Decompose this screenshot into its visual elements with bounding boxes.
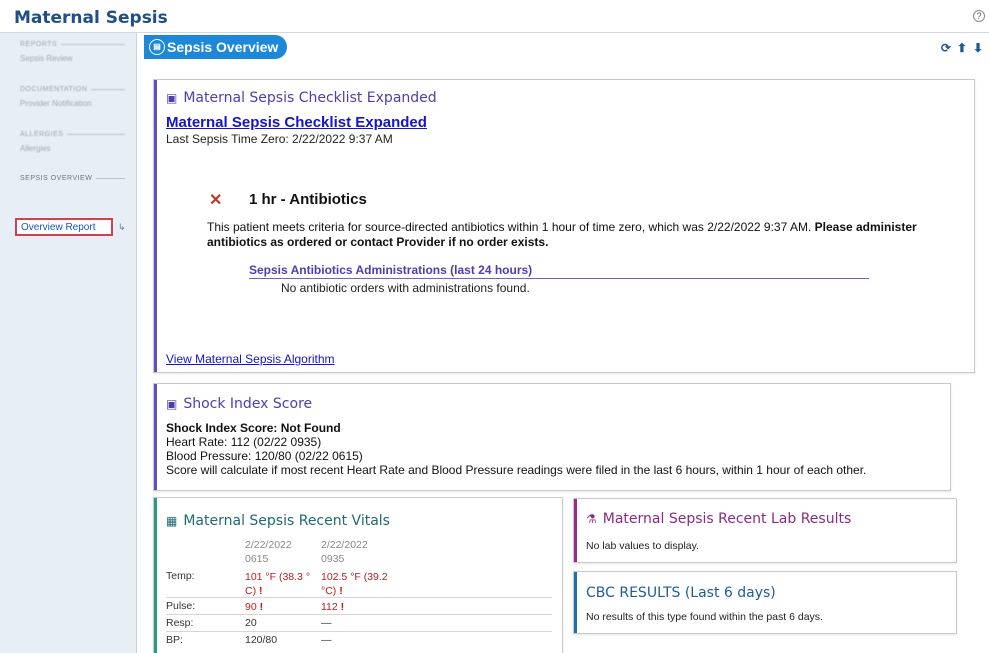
vital-value: — <box>321 617 332 629</box>
sidebar-section-header: SEPSIS OVERVIEW <box>20 175 125 182</box>
sidebar-section-documentation: DOCUMENTATION Provider Notification <box>20 86 125 108</box>
arrow-down-icon[interactable]: ⬇ <box>973 41 983 55</box>
value-line: 102.5 °F (39.2 <box>321 571 388 583</box>
vital-value: 102.5 °F (39.2 °C) ! <box>321 570 388 598</box>
col-time: 0615 <box>245 553 269 565</box>
shock-index-score: Shock Index Score: Not Found <box>166 421 341 435</box>
card-title: CBC RESULTS (Last 6 days) <box>586 585 776 601</box>
table-row: Temp: 101 °F (38.3 ° C) ! 102.5 °F (39.2 °… <box>166 568 552 598</box>
vitals-table: 2/22/2022 0615 2/22/2022 0935 Temp: 101 °F… <box>166 538 552 649</box>
sidebar-section-reports: REPORTS Sepsis Review <box>20 41 125 63</box>
tab-sepsis-overview[interactable]: ▤ Sepsis Overview <box>144 35 287 59</box>
help-icon[interactable]: ? <box>973 10 985 22</box>
card-title: ⚗ Maternal Sepsis Recent Lab Results <box>586 511 851 527</box>
checklist-link[interactable]: Maternal Sepsis Checklist Expanded <box>166 114 427 131</box>
table-row: BP: 120/80 — <box>166 632 552 649</box>
card-accent <box>154 384 157 490</box>
col-date: 2/22/2022 <box>321 539 368 551</box>
toolbar: ⟳ ⬆ ⬇ <box>941 41 983 55</box>
failed-x-icon: ✕ <box>209 192 223 209</box>
administrations-header: Sepsis Antibiotics Administrations (last… <box>249 263 869 279</box>
refresh-icon[interactable]: ⟳ <box>941 41 951 55</box>
alert-icon: ! <box>259 585 263 597</box>
vital-value: 20 <box>245 617 257 629</box>
vital-value: — <box>321 634 332 646</box>
col-date: 2/22/2022 <box>245 539 292 551</box>
alert-icon: ! <box>340 601 345 613</box>
alert-icon: ! <box>339 585 343 597</box>
checklist-card: ▣ Maternal Sepsis Checklist Expanded Mat… <box>153 79 975 373</box>
alert-icon: ! <box>259 601 264 613</box>
cbc-results-card: CBC RESULTS (Last 6 days) No results of … <box>573 571 957 634</box>
card-accent <box>154 80 157 372</box>
app-header: Maternal Sepsis ? <box>0 0 989 33</box>
card-title: ▦ Maternal Sepsis Recent Vitals <box>166 513 390 529</box>
sidebar-section-header: REPORTS <box>20 41 125 48</box>
card-accent <box>574 499 577 562</box>
sidebar-item-sepsis-review[interactable]: Sepsis Review <box>20 54 125 63</box>
table-row: Resp: 20 — <box>166 615 552 632</box>
sidebar-item-label: Overview Report <box>21 222 96 233</box>
checklist-icon: ▣ <box>166 397 178 411</box>
last-time-zero: Last Sepsis Time Zero: 2/22/2022 9:37 AM <box>166 132 393 146</box>
lab-results-card: ⚗ Maternal Sepsis Recent Lab Results No … <box>573 498 957 563</box>
card-title-text: Maternal Sepsis Recent Vitals <box>183 513 390 529</box>
value-line: °C) <box>321 585 337 597</box>
card-accent <box>574 572 577 633</box>
vital-label: Resp: <box>166 617 194 629</box>
sidebar-item-overview-report[interactable]: Overview Report <box>15 218 113 236</box>
card-accent <box>154 498 157 653</box>
report-icon: ▤ <box>149 39 165 55</box>
tab-label: Sepsis Overview <box>167 39 279 55</box>
value-line: C) <box>245 585 257 597</box>
table-icon: ▦ <box>166 514 178 528</box>
card-title-text: Maternal Sepsis Recent Lab Results <box>602 511 852 527</box>
cbc-results-message: No results of this type found within the… <box>586 611 823 623</box>
shock-index-card: ▣ Shock Index Score Shock Index Score: N… <box>153 383 951 491</box>
value-text: 90 <box>245 601 257 613</box>
value-line: 101 °F (38.3 ° <box>245 571 311 583</box>
shock-index-details: Shock Index Score: Not Found Heart Rate:… <box>166 421 866 477</box>
vital-label: BP: <box>166 634 183 646</box>
vital-value: 112 ! <box>321 600 344 614</box>
sidebar-section-sepsis-overview: SEPSIS OVERVIEW <box>20 175 125 182</box>
heart-rate: Heart Rate: 112 (02/22 0935) <box>166 435 322 449</box>
vitals-col-header: 2/22/2022 0615 <box>245 538 292 566</box>
vital-value: 101 °F (38.3 ° C) ! <box>245 570 310 598</box>
vital-label: Temp: <box>166 570 195 582</box>
sidebar-item-provider-notification[interactable]: Provider Notification <box>20 99 125 108</box>
vital-value: 90 ! <box>245 600 263 614</box>
checklist-item-text: This patient meets criteria for source-d… <box>207 220 967 250</box>
flask-icon: ⚗ <box>586 512 597 526</box>
sidebar-item-allergies[interactable]: Allergies <box>20 144 125 153</box>
vitals-header-row: 2/22/2022 0615 2/22/2022 0935 <box>166 538 552 568</box>
col-time: 0935 <box>321 553 345 565</box>
table-row: Pulse: 90 ! 112 ! <box>166 598 552 615</box>
blood-pressure: Blood Pressure: 120/80 (02/22 0615) <box>166 449 363 463</box>
main-content: ▤ Sepsis Overview ⟳ ⬆ ⬇ ▣ Maternal Sepsi… <box>137 33 989 653</box>
arrow-up-icon[interactable]: ⬆ <box>957 41 967 55</box>
sidebar: REPORTS Sepsis Review DOCUMENTATION Prov… <box>0 33 137 653</box>
card-title: ▣ Shock Index Score <box>166 396 312 412</box>
sidebar-section-header: DOCUMENTATION <box>20 86 125 93</box>
checklist-icon: ▣ <box>166 91 178 105</box>
sidebar-section-header: ALLERGIES <box>20 131 125 138</box>
return-arrow-icon[interactable]: ↳ <box>118 222 126 233</box>
value-text: 112 <box>321 601 338 613</box>
vitals-card: ▦ Maternal Sepsis Recent Vitals 2/22/202… <box>153 497 563 653</box>
vitals-col-header: 2/22/2022 0935 <box>321 538 368 566</box>
sidebar-section-allergies: ALLERGIES Allergies <box>20 131 125 153</box>
score-note: Score will calculate if most recent Hear… <box>166 463 867 477</box>
administrations-empty: No antibiotic orders with administration… <box>281 281 530 295</box>
lab-results-message: No lab values to display. <box>586 540 700 552</box>
vital-label: Pulse: <box>166 600 196 612</box>
card-title-text: Maternal Sepsis Checklist Expanded <box>183 90 437 106</box>
checklist-item-title: 1 hr - Antibiotics <box>249 191 367 208</box>
vital-value: 120/80 <box>245 634 278 646</box>
algorithm-link[interactable]: View Maternal Sepsis Algorithm <box>166 352 335 366</box>
card-title-text: Shock Index Score <box>183 396 313 412</box>
item-text-regular: This patient meets criteria for source-d… <box>207 220 812 234</box>
app-title: Maternal Sepsis <box>14 8 168 28</box>
card-title: ▣ Maternal Sepsis Checklist Expanded <box>166 90 437 106</box>
